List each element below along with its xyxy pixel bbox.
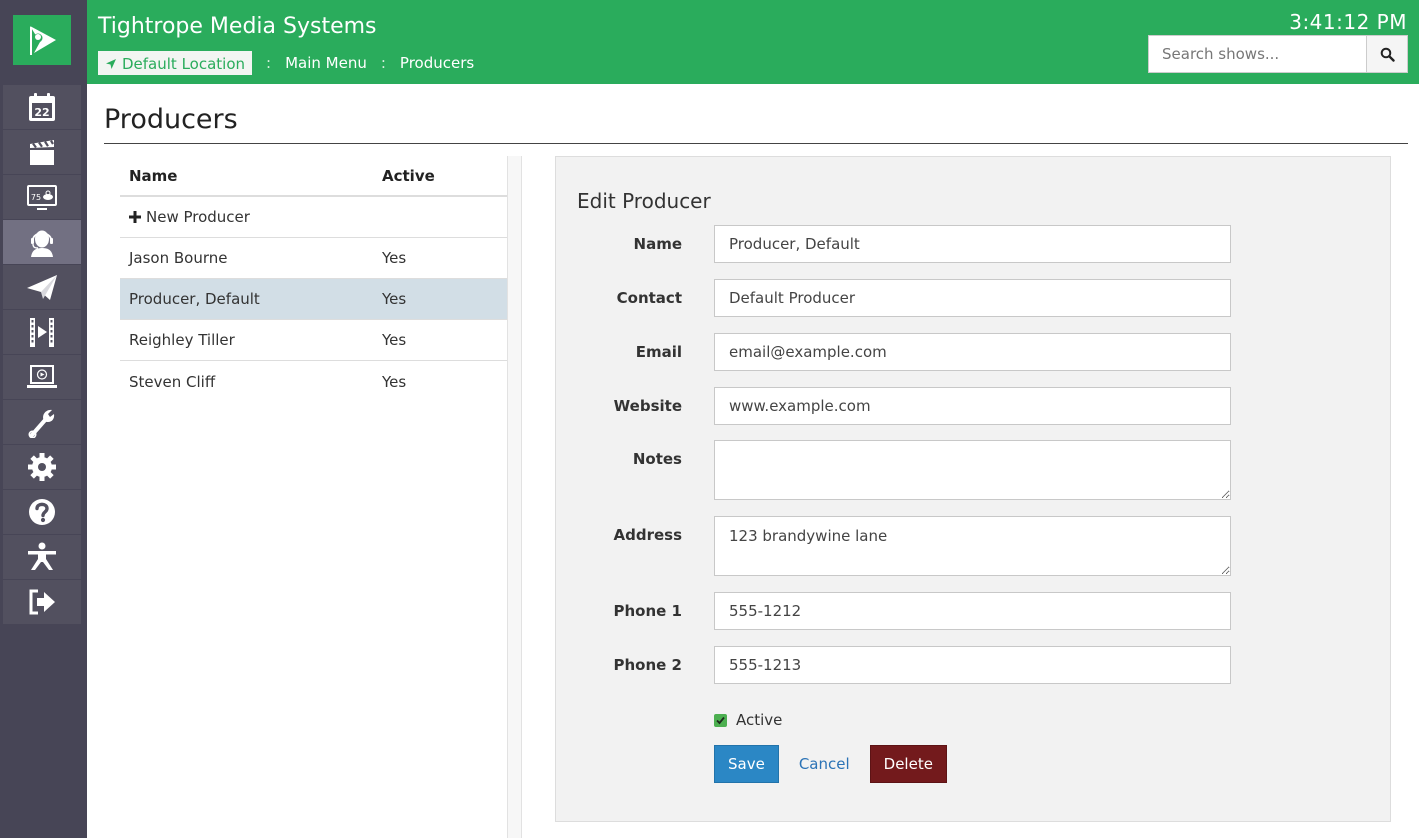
save-button[interactable]: Save: [714, 745, 779, 783]
contact-input[interactable]: [714, 279, 1231, 317]
sidebar: 22 75: [0, 0, 87, 838]
checkmark-icon: [716, 716, 725, 724]
headset-person-icon: [31, 230, 53, 257]
column-header-active: Active: [382, 166, 435, 185]
cancel-button[interactable]: Cancel: [779, 745, 870, 783]
phone-2-input[interactable]: [714, 646, 1231, 684]
row-active: Yes: [382, 249, 407, 267]
sidebar-item-schedule[interactable]: 22: [3, 85, 81, 129]
row-active: Yes: [382, 290, 407, 308]
page-title: Producers: [104, 104, 238, 135]
new-producer-link[interactable]: New Producer: [120, 208, 382, 226]
calendar-icon: 22: [29, 93, 55, 121]
search-icon: [1380, 47, 1395, 62]
app-logo[interactable]: [13, 15, 71, 65]
help-icon: [29, 499, 55, 525]
calendar-day-label: 22: [34, 106, 49, 119]
address-label: Address: [613, 526, 682, 544]
search-bar: [1148, 35, 1408, 73]
sidebar-item-send[interactable]: [3, 265, 81, 309]
email-input[interactable]: [714, 333, 1231, 371]
person-stretch-icon: [28, 542, 56, 570]
form-actions: Save Cancel Delete: [714, 745, 947, 783]
app-title: Tightrope Media Systems: [98, 14, 377, 39]
paper-plane-icon: [27, 275, 57, 300]
clock: 3:41:12 PM: [1289, 10, 1407, 34]
breadcrumb-main-menu[interactable]: Main Menu: [285, 54, 367, 72]
temperature-label: 75: [31, 193, 41, 202]
name-input[interactable]: [714, 225, 1231, 263]
breadcrumb-separator: :: [380, 54, 386, 72]
sidebar-item-playback[interactable]: [3, 355, 81, 399]
tightrope-logo-icon: [30, 26, 56, 55]
breadcrumb: Default Location : Main Menu : Producers: [98, 51, 474, 75]
active-checkbox[interactable]: [714, 713, 727, 727]
phone-1-input[interactable]: [714, 592, 1231, 630]
breadcrumb-producers[interactable]: Producers: [400, 54, 474, 72]
active-checkbox-row: Active: [714, 711, 782, 729]
logout-icon: [29, 589, 55, 615]
name-label: Name: [633, 235, 682, 253]
table-row[interactable]: Jason Bourne Yes: [120, 238, 507, 279]
table-header: Name Active: [120, 156, 507, 197]
column-header-name: Name: [129, 166, 178, 185]
plus-icon: [129, 211, 141, 223]
panel-divider[interactable]: [507, 156, 522, 838]
title-divider: [104, 143, 1408, 144]
sidebar-item-shows[interactable]: [3, 130, 81, 174]
wrench-icon: [28, 409, 55, 438]
sidebar-item-fitness[interactable]: [3, 535, 81, 579]
location-arrow-icon: [106, 58, 116, 69]
panel-title: Edit Producer: [577, 189, 711, 213]
website-label: Website: [613, 397, 682, 415]
row-active: Yes: [382, 372, 407, 391]
row-name: Producer, Default: [129, 290, 260, 308]
row-name: Reighley Tiller: [129, 331, 235, 349]
new-producer-label: New Producer: [146, 208, 250, 226]
row-name: Steven Cliff: [129, 372, 216, 391]
gear-icon: [28, 453, 56, 481]
producers-table: Name Active New Producer Jason Bourne Ye…: [120, 156, 507, 402]
sidebar-item-media[interactable]: [3, 310, 81, 354]
top-header: Tightrope Media Systems Default Location…: [87, 0, 1419, 84]
table-row-selected[interactable]: Producer, Default Yes: [120, 279, 507, 320]
delete-button[interactable]: Delete: [869, 745, 947, 783]
sidebar-item-logout[interactable]: [3, 580, 81, 624]
sidebar-nav: 22 75: [3, 85, 81, 625]
sidebar-item-help[interactable]: [3, 490, 81, 534]
active-label: Active: [736, 711, 783, 729]
table-row[interactable]: Reighley Tiller Yes: [120, 320, 507, 361]
address-textarea[interactable]: 123 brandywine lane: [714, 516, 1231, 576]
sidebar-item-tools[interactable]: [3, 400, 81, 444]
new-producer-row[interactable]: New Producer: [120, 197, 507, 238]
sidebar-item-settings[interactable]: [3, 445, 81, 489]
search-button[interactable]: [1366, 35, 1408, 73]
breadcrumb-separator: :: [266, 54, 272, 72]
weather-display-icon: 75: [27, 185, 57, 210]
location-label: Default Location: [122, 54, 246, 73]
email-label: Email: [635, 343, 682, 361]
table-row[interactable]: Steven Cliff Yes: [120, 361, 507, 402]
row-name: Jason Bourne: [129, 249, 228, 267]
row-active: Yes: [382, 331, 407, 349]
website-input[interactable]: [714, 387, 1231, 425]
notes-textarea[interactable]: [714, 440, 1231, 500]
laptop-play-icon: [27, 365, 57, 388]
phone-2-label: Phone 2: [613, 656, 683, 674]
location-button[interactable]: Default Location: [98, 51, 253, 75]
search-input[interactable]: [1148, 35, 1366, 73]
edit-producer-panel: Edit Producer Name Contact Email Website…: [555, 156, 1391, 822]
clapperboard-icon: [30, 140, 54, 165]
notes-label: Notes: [632, 450, 682, 468]
sidebar-item-displays[interactable]: 75: [3, 175, 81, 219]
film-play-icon: [30, 318, 54, 347]
phone-1-label: Phone 1: [613, 602, 683, 620]
contact-label: Contact: [616, 289, 682, 307]
sidebar-item-producers[interactable]: [3, 220, 81, 264]
